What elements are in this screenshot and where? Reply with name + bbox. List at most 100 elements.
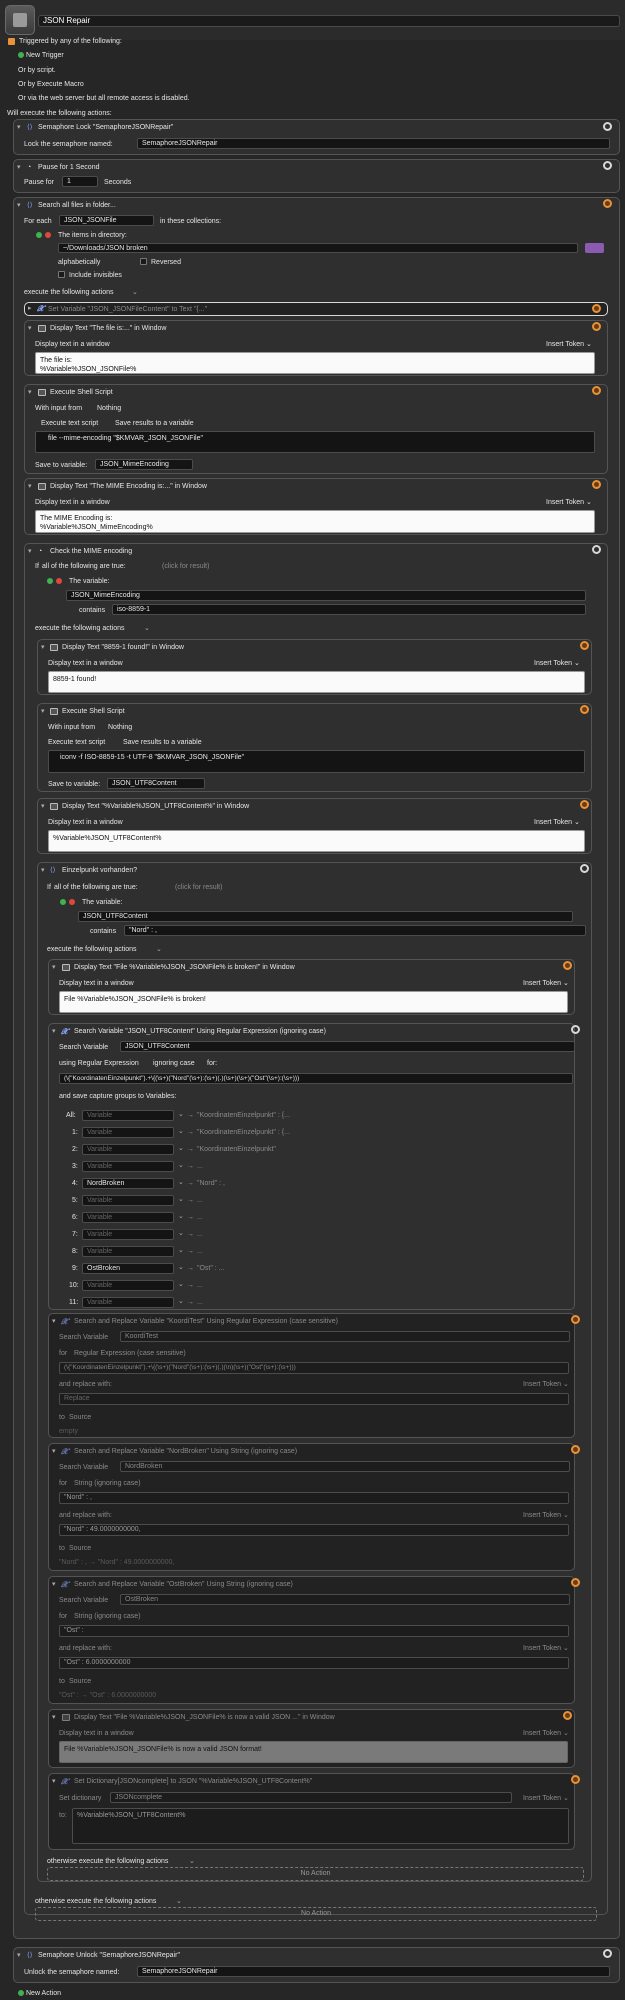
include-invisibles-checkbox[interactable] <box>58 271 65 278</box>
insert-token-button[interactable]: Insert Token ⌄ <box>523 1644 569 1653</box>
click-for-result-link[interactable]: (click for result) <box>175 883 222 892</box>
capture-group-variable-field[interactable]: Variable <box>82 1110 174 1121</box>
condition-value-field[interactable]: iso-8859-1 <box>112 604 586 615</box>
directory-path-field[interactable]: ~/Downloads/JSON broken <box>58 243 578 253</box>
json-value-field[interactable]: %Variable%JSON_UTF8Content% <box>72 1808 569 1844</box>
replace-field[interactable]: "Nord" : 49.0000000000, <box>59 1524 569 1536</box>
collapse-triangle-icon[interactable]: ▾ <box>52 1027 56 1036</box>
new-trigger-button[interactable]: New Trigger <box>26 51 64 60</box>
chevron-down-icon[interactable]: ⌄ <box>189 1857 195 1866</box>
add-condition-icon[interactable] <box>60 899 66 905</box>
destination-select[interactable]: Source <box>69 1544 91 1553</box>
gear-icon[interactable] <box>603 161 612 170</box>
collapse-triangle-icon[interactable]: ▾ <box>17 1951 21 1960</box>
search-string-field[interactable]: "Ost" : <box>59 1625 569 1637</box>
no-action-placeholder[interactable]: No Action <box>47 1867 584 1881</box>
capture-group-variable-field[interactable]: Variable <box>82 1229 174 1240</box>
output-mode-select[interactable]: Save results to a variable <box>123 738 202 747</box>
gear-icon[interactable] <box>571 1315 580 1324</box>
collapse-triangle-icon[interactable]: ▾ <box>28 482 32 491</box>
display-mode-select[interactable]: Display text in a window <box>35 340 110 349</box>
remove-condition-icon[interactable] <box>69 899 75 905</box>
input-source-select[interactable]: Nothing <box>108 723 132 732</box>
add-condition-icon[interactable] <box>47 578 53 584</box>
capture-group-variable-field[interactable]: Variable <box>82 1161 174 1172</box>
search-pattern-field[interactable]: (\{"KoordinatenEinzelpunkt").+\{(\s+)("N… <box>59 1362 569 1374</box>
capture-group-variable-field[interactable]: Variable <box>82 1246 174 1257</box>
capture-group-variable-field[interactable]: OstBroken <box>82 1263 174 1274</box>
output-mode-select[interactable]: Save results to a variable <box>115 419 194 428</box>
gear-icon[interactable] <box>571 1578 580 1587</box>
match-mode-select[interactable]: String (ignoring case) <box>74 1612 141 1621</box>
match-mode-select[interactable]: Regular Expression (case sensitive) <box>74 1349 186 1358</box>
gear-icon[interactable] <box>571 1445 580 1454</box>
collapse-triangle-icon[interactable]: ▾ <box>41 707 45 716</box>
display-text-field[interactable]: The file is: %Variable%JSON_JSONFile% <box>35 352 595 374</box>
insert-token-button[interactable]: Insert Token ⌄ <box>523 979 569 988</box>
semaphore-name-field[interactable]: SemaphoreJSONRepair <box>137 138 610 149</box>
collapse-triangle-icon[interactable]: ▾ <box>28 324 32 333</box>
gear-icon[interactable] <box>592 480 601 489</box>
gear-icon[interactable] <box>580 800 589 809</box>
source-type-select[interactable]: Variable <box>83 1043 108 1052</box>
collapse-triangle-icon[interactable]: ▾ <box>41 802 45 811</box>
insert-token-button[interactable]: Insert Token ⌄ <box>523 1794 569 1803</box>
save-variable-field[interactable]: JSON_UTF8Content <box>107 778 205 789</box>
capture-group-variable-field[interactable]: Variable <box>82 1144 174 1155</box>
chevron-down-icon[interactable]: ⌄ <box>178 1127 184 1136</box>
pause-value-field[interactable]: 1 <box>62 176 98 187</box>
expand-triangle-icon[interactable]: ▸ <box>28 304 32 313</box>
chevron-down-icon[interactable]: ⌄ <box>156 945 162 954</box>
gear-icon[interactable] <box>592 304 601 313</box>
chevron-down-icon[interactable]: ⌄ <box>178 1229 184 1238</box>
collapse-triangle-icon[interactable]: ▾ <box>17 201 21 210</box>
collapse-triangle-icon[interactable]: ▾ <box>28 388 32 397</box>
gear-icon[interactable] <box>592 386 601 395</box>
add-trigger-icon[interactable] <box>18 52 24 58</box>
gear-icon[interactable] <box>571 1775 580 1784</box>
regex-pattern-field[interactable]: (\{"KoordinatenEinzelpunkt").+\{(\s+)("N… <box>59 1073 573 1084</box>
chevron-down-icon[interactable]: ⌄ <box>178 1161 184 1170</box>
collapse-triangle-icon[interactable]: ▾ <box>52 1317 56 1326</box>
capture-group-variable-field[interactable]: Variable <box>82 1280 174 1291</box>
no-action-placeholder[interactable]: No Action <box>35 1907 597 1921</box>
chevron-down-icon[interactable]: ⌄ <box>178 1297 184 1306</box>
execute-mode-select[interactable]: Execute text script <box>48 738 105 747</box>
execute-mode-select[interactable]: Execute text script <box>41 419 98 428</box>
click-for-result-link[interactable]: (click for result) <box>162 562 209 571</box>
display-text-field[interactable]: The MIME Encoding is: %Variable%JSON_Mim… <box>35 510 595 533</box>
display-mode-select[interactable]: Display text in a window <box>59 1729 134 1738</box>
loop-variable-field[interactable]: JSON_JSONFile <box>59 215 154 226</box>
capture-group-variable-field[interactable]: Variable <box>82 1195 174 1206</box>
gear-icon[interactable] <box>580 641 589 650</box>
macro-name-field[interactable]: JSON Repair <box>38 15 620 27</box>
search-variable-field[interactable]: JSON_UTF8Content <box>120 1041 575 1052</box>
source-type-select[interactable]: Variable <box>83 1463 108 1472</box>
choose-folder-button[interactable] <box>585 243 604 253</box>
collapse-triangle-icon[interactable]: ▾ <box>17 163 21 172</box>
search-variable-field[interactable]: NordBroken <box>120 1461 570 1472</box>
gear-icon[interactable] <box>592 322 601 331</box>
using-mode-select[interactable]: using Regular Expression <box>59 1059 139 1068</box>
insert-token-button[interactable]: Insert Token ⌄ <box>523 1511 569 1520</box>
condition-operator-select[interactable]: contains <box>79 606 105 615</box>
insert-token-button[interactable]: Insert Token ⌄ <box>546 340 592 349</box>
insert-token-button[interactable]: Insert Token ⌄ <box>534 818 580 827</box>
chevron-down-icon[interactable]: ⌄ <box>178 1178 184 1187</box>
chevron-down-icon[interactable]: ⌄ <box>178 1212 184 1221</box>
pause-unit-select[interactable]: Seconds <box>104 178 131 187</box>
macro-icon[interactable] <box>5 5 35 35</box>
condition-variable-field[interactable]: JSON_MimeEncoding <box>66 590 586 601</box>
gear-icon[interactable] <box>592 545 601 554</box>
input-source-select[interactable]: Nothing <box>97 404 121 413</box>
source-type-select[interactable]: Variable <box>83 1596 108 1605</box>
gear-icon[interactable] <box>580 864 589 873</box>
display-mode-select[interactable]: Display text in a window <box>48 818 123 827</box>
source-type-select[interactable]: Variable <box>83 1333 108 1342</box>
search-variable-field[interactable]: OstBroken <box>120 1594 570 1605</box>
display-mode-select[interactable]: Display text in a window <box>35 498 110 507</box>
collapse-triangle-icon[interactable]: ▾ <box>52 1580 56 1589</box>
condition-value-field[interactable]: "Nord" : , <box>124 925 586 936</box>
collapse-triangle-icon[interactable]: ▾ <box>52 1713 56 1722</box>
insert-token-button[interactable]: Insert Token ⌄ <box>534 659 580 668</box>
